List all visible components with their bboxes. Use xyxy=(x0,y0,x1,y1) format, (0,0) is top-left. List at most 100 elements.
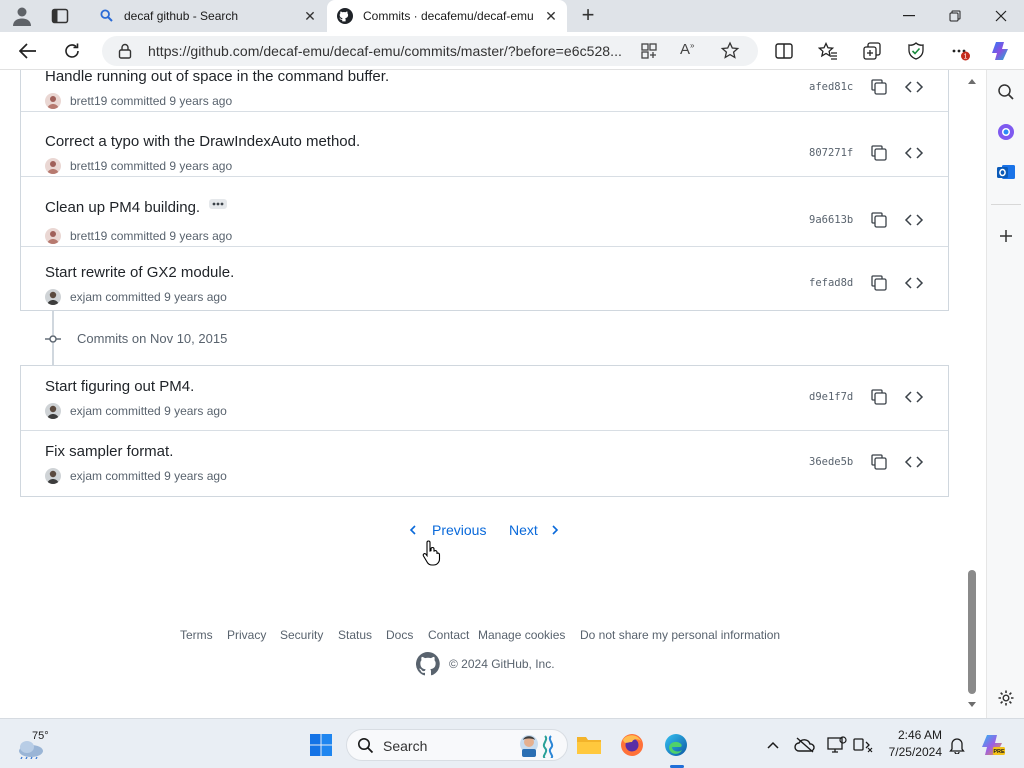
previous-page-button[interactable]: Previous xyxy=(406,521,490,539)
edge-browser-icon[interactable] xyxy=(663,732,689,758)
footer-link-privacy[interactable]: Privacy xyxy=(227,628,266,642)
commit-sha[interactable]: d9e1f7d xyxy=(809,391,853,403)
commit-verb: committed xyxy=(105,404,161,418)
close-window-icon[interactable] xyxy=(978,0,1024,32)
commit-sha[interactable]: 36ede5b xyxy=(809,456,853,468)
svg-text:PRE: PRE xyxy=(993,749,1005,755)
copy-icon[interactable] xyxy=(870,388,888,406)
avatar[interactable] xyxy=(45,93,61,109)
commit-sha[interactable]: 9a6613b xyxy=(809,214,853,226)
footer-link-security[interactable]: Security xyxy=(280,628,323,642)
app-available-icon[interactable] xyxy=(640,42,658,60)
avatar[interactable] xyxy=(45,228,61,244)
avatar[interactable] xyxy=(45,403,61,419)
copy-icon[interactable] xyxy=(870,274,888,292)
clock-date[interactable]: 7/25/2024 xyxy=(880,745,942,759)
commit-row: Correct a typo with the DrawIndexAuto me… xyxy=(21,112,948,177)
profile-icon[interactable] xyxy=(10,5,34,27)
commit-message-link[interactable]: Correct a typo with the DrawIndexAuto me… xyxy=(45,133,360,150)
sidebar-settings-icon[interactable] xyxy=(995,687,1017,709)
file-explorer-icon[interactable] xyxy=(576,732,602,758)
copy-icon[interactable] xyxy=(870,144,888,162)
new-tab-icon[interactable]: + xyxy=(578,4,598,26)
close-tab-icon[interactable]: ✕ xyxy=(543,8,559,24)
display-icon[interactable] xyxy=(824,732,850,758)
commit-message-link[interactable]: Fix sampler format. xyxy=(45,443,173,460)
tab-search[interactable]: decaf github - Search ✕ xyxy=(88,0,326,32)
browse-code-icon[interactable] xyxy=(904,453,924,471)
page-scrollbar[interactable] xyxy=(964,70,980,718)
browser-essentials-icon[interactable] xyxy=(902,37,930,65)
commit-author[interactable]: exjam xyxy=(70,469,102,483)
github-icon xyxy=(337,8,353,24)
tab-actions-icon[interactable] xyxy=(50,7,70,25)
github-logo-icon[interactable] xyxy=(416,652,440,676)
onedrive-icon[interactable] xyxy=(792,732,818,758)
commit-author[interactable]: brett19 xyxy=(70,94,107,108)
commit-author[interactable]: exjam xyxy=(70,290,102,304)
favorite-star-icon[interactable] xyxy=(720,41,740,61)
windows-start-icon[interactable] xyxy=(308,732,334,758)
footer-do-not-share[interactable]: Do not share my personal information xyxy=(580,628,780,642)
lock-icon[interactable] xyxy=(118,43,132,59)
more-options-icon[interactable]: 1 xyxy=(946,37,974,65)
browse-code-icon[interactable] xyxy=(904,388,924,406)
copilot-preview-icon[interactable]: PRE xyxy=(980,732,1006,758)
svg-text:1: 1 xyxy=(964,54,968,61)
restore-icon[interactable] xyxy=(932,0,978,32)
close-tab-icon[interactable]: ✕ xyxy=(302,8,318,24)
footer-link-docs[interactable]: Docs xyxy=(386,628,413,642)
commit-author[interactable]: brett19 xyxy=(70,229,107,243)
browse-code-icon[interactable] xyxy=(904,211,924,229)
commit-verb: committed xyxy=(110,159,167,173)
browse-code-icon[interactable] xyxy=(904,144,924,162)
copilot-icon[interactable] xyxy=(988,37,1016,65)
footer-link-terms[interactable]: Terms xyxy=(180,628,213,642)
tab-commits[interactable]: Commits · decafemu/decaf-emu ✕ xyxy=(327,0,567,32)
notification-bell-icon[interactable] xyxy=(944,732,970,758)
copy-icon[interactable] xyxy=(870,211,888,229)
back-icon[interactable] xyxy=(14,37,42,65)
commit-sha[interactable]: fefad8d xyxy=(809,277,853,289)
weather-widget[interactable]: 75° xyxy=(16,729,64,761)
commit-message-link[interactable]: Clean up PM4 building. xyxy=(45,199,200,216)
outlook-icon[interactable] xyxy=(995,161,1017,183)
footer-link-contact[interactable]: Contact xyxy=(428,628,469,642)
avatar[interactable] xyxy=(45,158,61,174)
tab-title: Commits · decafemu/decaf-emu xyxy=(363,9,534,23)
expand-ellipsis-button[interactable] xyxy=(209,199,228,210)
commit-meta: brett19 committed 9 years ago xyxy=(45,158,232,174)
avatar[interactable] xyxy=(45,468,61,484)
commit-message-link[interactable]: Handle running out of space in the comma… xyxy=(45,70,389,85)
commit-author[interactable]: brett19 xyxy=(70,159,107,173)
firefox-icon[interactable] xyxy=(619,732,645,758)
copy-icon[interactable] xyxy=(870,78,888,96)
clock-time[interactable]: 2:46 AM xyxy=(886,728,942,742)
taskbar-search-box[interactable]: Search xyxy=(346,729,568,761)
copy-icon[interactable] xyxy=(870,453,888,471)
url-field[interactable]: https://github.com/decaf-emu/decaf-emu/c… xyxy=(102,36,758,66)
next-page-button[interactable]: Next xyxy=(509,521,569,539)
commit-sha[interactable]: afed81c xyxy=(809,81,853,93)
commit-author[interactable]: exjam xyxy=(70,404,102,418)
sidebar-search-icon[interactable] xyxy=(995,81,1017,103)
footer-manage-cookies[interactable]: Manage cookies xyxy=(478,628,565,642)
footer-link-status[interactable]: Status xyxy=(338,628,372,642)
copilot-sidebar-icon[interactable] xyxy=(995,121,1017,143)
minimize-icon[interactable] xyxy=(886,0,932,32)
split-screen-icon[interactable] xyxy=(770,37,798,65)
show-hidden-icons-chevron-icon[interactable] xyxy=(760,732,786,758)
refresh-icon[interactable] xyxy=(58,37,86,65)
commit-row: Handle running out of space in the comma… xyxy=(21,70,948,112)
commit-message-link[interactable]: Start rewrite of GX2 module. xyxy=(45,264,234,281)
commit-sha[interactable]: 807271f xyxy=(809,147,853,159)
collections-icon[interactable] xyxy=(858,37,886,65)
browse-code-icon[interactable] xyxy=(904,274,924,292)
add-sidebar-app-icon[interactable] xyxy=(995,225,1017,247)
avatar[interactable] xyxy=(45,289,61,305)
commit-message-link[interactable]: Start figuring out PM4. xyxy=(45,378,194,395)
network-volume-icon[interactable] xyxy=(851,732,877,758)
read-aloud-icon[interactable]: A» xyxy=(680,41,694,58)
browse-code-icon[interactable] xyxy=(904,78,924,96)
favorites-icon[interactable] xyxy=(814,37,842,65)
